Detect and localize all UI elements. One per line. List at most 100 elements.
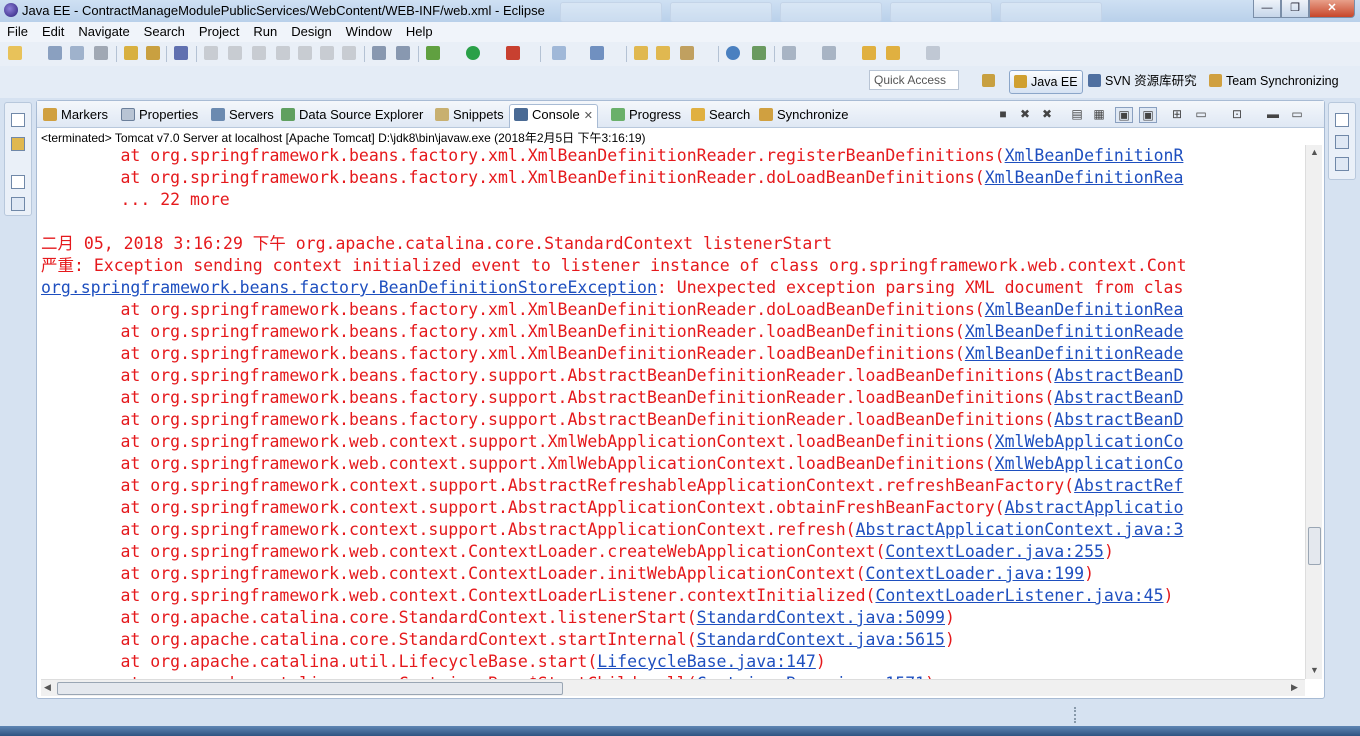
- new-java-class-icon[interactable]: [590, 46, 604, 60]
- toggle-word-wrap-icon[interactable]: [396, 46, 410, 60]
- task-list-icon[interactable]: [1335, 135, 1349, 149]
- terminate-icon[interactable]: [252, 46, 266, 60]
- open-perspective-button[interactable]: [978, 70, 1003, 92]
- menu-edit[interactable]: Edit: [35, 22, 71, 42]
- step-over-icon[interactable]: [320, 46, 334, 60]
- stack-trace-link[interactable]: AbstractApplicationContext.java:3: [856, 520, 1184, 539]
- stack-trace-link[interactable]: XmlBeanDefinitionReade: [965, 344, 1184, 363]
- scroll-left-icon[interactable]: ◀: [44, 682, 51, 693]
- stack-trace-link[interactable]: ContextLoaderListener.java:45: [875, 586, 1163, 605]
- step-return-icon[interactable]: [342, 46, 356, 60]
- stack-trace-link[interactable]: AbstractBeanD: [1054, 410, 1183, 429]
- menu-design[interactable]: Design: [284, 22, 338, 42]
- minimize-view-icon[interactable]: ▬: [1265, 107, 1281, 121]
- open-console-icon[interactable]: ⊡: [1229, 107, 1245, 121]
- refresh-icon[interactable]: [752, 46, 766, 60]
- stack-trace-link[interactable]: LifecycleBase.java:147: [597, 652, 816, 671]
- console-output[interactable]: at org.springframework.beans.factory.xml…: [41, 145, 1305, 679]
- suspend-icon[interactable]: [228, 46, 242, 60]
- disconnect-icon[interactable]: [276, 46, 290, 60]
- run-icon[interactable]: [466, 46, 480, 60]
- pen-icon[interactable]: [680, 46, 694, 60]
- menu-window[interactable]: Window: [339, 22, 399, 42]
- open-folder-icon[interactable]: [634, 46, 648, 60]
- resume-icon[interactable]: [204, 46, 218, 60]
- horizontal-scroll-thumb[interactable]: [57, 682, 563, 695]
- show-console-stderr-icon[interactable]: ▣: [1139, 107, 1157, 123]
- terminate-icon[interactable]: ■: [995, 107, 1011, 121]
- tab-progress[interactable]: Progress: [611, 105, 681, 125]
- stack-trace-link[interactable]: XmlBeanDefinitionRea: [985, 300, 1184, 319]
- save-all-icon[interactable]: [70, 46, 84, 60]
- stack-trace-link[interactable]: AbstractBeanD: [1054, 366, 1183, 385]
- debug-icon[interactable]: [426, 46, 440, 60]
- previous-annotation-icon[interactable]: [822, 46, 836, 60]
- remove-all-terminated-icon[interactable]: ✖: [1039, 107, 1055, 121]
- stack-trace-link[interactable]: ContextLoader.java:255: [885, 542, 1104, 561]
- maximize-view-icon[interactable]: ▭: [1289, 107, 1305, 121]
- open-folder-2-icon[interactable]: [656, 46, 670, 60]
- scroll-lock-icon[interactable]: ▦: [1091, 107, 1107, 121]
- tab-synchronize[interactable]: Synchronize: [759, 105, 849, 125]
- restore-icon[interactable]: [11, 113, 25, 127]
- restore-icon[interactable]: [1335, 113, 1349, 127]
- stack-trace-link[interactable]: StandardContext.java:5615: [697, 630, 945, 649]
- forward-icon[interactable]: [926, 46, 940, 60]
- stack-trace-link[interactable]: XmlBeanDefinitionR: [1005, 146, 1184, 165]
- skip-breakpoints-icon[interactable]: [174, 46, 188, 60]
- stack-trace-link[interactable]: StandardContext.java:5099: [697, 608, 945, 627]
- perspective-java-ee[interactable]: Java EE: [1009, 70, 1083, 94]
- new-server-icon[interactable]: [552, 46, 566, 60]
- globe-icon[interactable]: [726, 46, 740, 60]
- minimize-button[interactable]: —: [1253, 0, 1281, 18]
- scroll-down-icon[interactable]: ▼: [1310, 665, 1319, 675]
- stack-trace-link[interactable]: XmlWebApplicationCo: [995, 432, 1184, 451]
- display-selected-console-icon[interactable]: ▭: [1193, 107, 1209, 121]
- last-edit-icon[interactable]: [862, 46, 876, 60]
- external-tools-icon[interactable]: [506, 46, 520, 60]
- back-icon[interactable]: [886, 46, 900, 60]
- tab-console[interactable]: Console ✕: [509, 104, 598, 128]
- menu-navigate[interactable]: Navigate: [71, 22, 136, 42]
- save-icon[interactable]: [48, 46, 62, 60]
- new-icon[interactable]: [8, 46, 22, 60]
- menu-run[interactable]: Run: [246, 22, 284, 42]
- stack-trace-link[interactable]: AbstractApplicatio: [1005, 498, 1184, 517]
- tab-search[interactable]: Search: [691, 105, 750, 125]
- stack-trace-link[interactable]: org.springframework.beans.factory.BeanDe…: [41, 278, 657, 297]
- scroll-right-icon[interactable]: ▶: [1291, 682, 1298, 693]
- tab-snippets[interactable]: Snippets: [435, 105, 504, 125]
- open-resource-icon[interactable]: [146, 46, 160, 60]
- restore-icon[interactable]: [11, 175, 25, 189]
- outline-view-icon[interactable]: [1335, 157, 1349, 171]
- perspective-team-sync[interactable]: Team Synchronizing: [1205, 70, 1343, 92]
- menu-project[interactable]: Project: [192, 22, 246, 42]
- tab-properties[interactable]: Properties: [121, 105, 198, 125]
- stack-trace-link[interactable]: XmlBeanDefinitionRea: [985, 168, 1184, 187]
- toggle-block-icon[interactable]: [372, 46, 386, 60]
- close-tab-icon[interactable]: ✕: [584, 110, 593, 122]
- tab-markers[interactable]: Markers: [43, 105, 108, 125]
- step-into-icon[interactable]: [298, 46, 312, 60]
- stack-trace-link[interactable]: AbstractBeanD: [1054, 388, 1183, 407]
- horizontal-scrollbar[interactable]: ◀ ▶: [41, 679, 1305, 696]
- resize-grip[interactable]: [1074, 707, 1079, 723]
- stack-trace-link[interactable]: AbstractRef: [1074, 476, 1183, 495]
- close-window-button[interactable]: ✕: [1309, 0, 1355, 18]
- stack-trace-link[interactable]: XmlBeanDefinitionReade: [965, 322, 1184, 341]
- show-console-stdout-icon[interactable]: ▣: [1115, 107, 1133, 123]
- maximize-button[interactable]: ❐: [1281, 0, 1309, 18]
- menu-help[interactable]: Help: [399, 22, 440, 42]
- remove-launch-icon[interactable]: ✖: [1017, 107, 1033, 121]
- stack-trace-link[interactable]: ContextLoader.java:199: [866, 564, 1085, 583]
- print-icon[interactable]: [94, 46, 108, 60]
- open-type-icon[interactable]: [124, 46, 138, 60]
- scroll-up-icon[interactable]: ▲: [1310, 147, 1319, 157]
- perspective-svn[interactable]: SVN 资源库研究: [1084, 70, 1201, 92]
- tab-servers[interactable]: Servers: [211, 105, 274, 125]
- menu-file[interactable]: File: [0, 22, 35, 42]
- quick-access-input[interactable]: Quick Access: [869, 70, 959, 90]
- pin-console-icon[interactable]: ⊞: [1169, 107, 1185, 121]
- outline-icon[interactable]: [11, 197, 25, 211]
- next-annotation-icon[interactable]: [782, 46, 796, 60]
